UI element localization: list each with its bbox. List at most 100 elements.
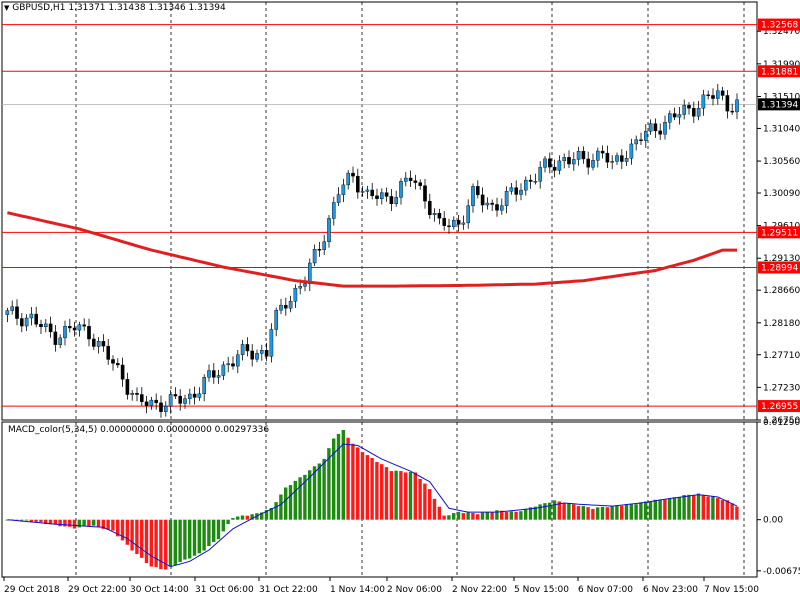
- candle-body: [293, 287, 298, 302]
- macd-histogram-bar: [384, 467, 389, 520]
- candle-body: [615, 155, 619, 162]
- candle-body: [735, 99, 739, 113]
- macd-histogram-bar: [586, 507, 590, 520]
- candle-body: [490, 202, 495, 205]
- macd-histogram-bar: [144, 519, 149, 564]
- candle-body: [596, 150, 600, 161]
- candle-body: [394, 197, 399, 205]
- candle-body: [207, 370, 211, 378]
- candle-body: [452, 220, 456, 227]
- level-label: 1.26955: [761, 402, 798, 412]
- level-label: 1.31881: [761, 67, 798, 77]
- candle-body: [629, 143, 634, 159]
- candle-body: [202, 377, 207, 394]
- candle-body: [58, 337, 62, 345]
- macd-histogram-bar: [20, 519, 24, 521]
- macd-histogram-bar: [317, 463, 321, 520]
- macd-histogram-bar: [466, 512, 470, 520]
- macd-y-tick-label: 0.00: [763, 516, 783, 526]
- candle-body: [701, 94, 706, 109]
- candle-body: [384, 192, 389, 197]
- candle-body: [524, 179, 528, 191]
- candle-body: [288, 301, 293, 309]
- macd-histogram-bar: [389, 471, 393, 520]
- moving-average-line: [7, 211, 737, 288]
- candle-body: [91, 338, 96, 347]
- macd-histogram-bar: [596, 507, 600, 520]
- macd-histogram-bar: [154, 519, 158, 568]
- macd-histogram-bar: [711, 496, 715, 520]
- candle-body: [485, 202, 490, 206]
- candle-body: [72, 327, 77, 331]
- candle-body: [346, 172, 351, 186]
- x-tick-label: 6 Nov 23:00: [643, 585, 698, 595]
- macd-histogram-bar: [663, 499, 667, 520]
- macd-histogram-bar: [552, 500, 557, 520]
- candle-body: [332, 202, 336, 219]
- macd-histogram-bar: [130, 519, 134, 551]
- candle-body: [135, 393, 139, 395]
- candle-body: [730, 110, 734, 113]
- price-chart[interactable]: 1.324701.319901.315101.310401.305601.300…: [0, 0, 800, 600]
- candle-body: [87, 325, 91, 340]
- candle-body: [567, 157, 571, 165]
- candle-body: [432, 212, 437, 216]
- candle-body: [53, 331, 58, 345]
- candle-body: [581, 150, 586, 160]
- candle-body: [504, 190, 509, 206]
- candle-body: [260, 350, 264, 354]
- macd-histogram-bar: [375, 461, 379, 520]
- macd-histogram-bar: [634, 504, 638, 520]
- macd-histogram-bar: [692, 495, 696, 520]
- candle-body: [216, 375, 221, 378]
- candle-body: [375, 195, 379, 199]
- macd-histogram-bar: [207, 519, 211, 547]
- macd-histogram-bar: [39, 519, 43, 523]
- macd-histogram-bar: [620, 505, 624, 520]
- macd-histogram-bar: [658, 499, 662, 520]
- candle-body: [610, 161, 614, 163]
- candle-body: [29, 313, 34, 319]
- candle-body: [456, 220, 461, 225]
- candle-body: [303, 283, 307, 287]
- macd-histogram-bar: [216, 519, 221, 540]
- macd-histogram-bar: [615, 505, 619, 520]
- macd-histogram-bar: [360, 452, 365, 520]
- candle-body: [173, 394, 178, 397]
- macd-histogram-bar: [490, 511, 494, 520]
- candle-body: [163, 406, 168, 412]
- candle-body: [101, 341, 106, 347]
- candle-body: [576, 150, 581, 160]
- candle-body: [644, 131, 648, 141]
- macd-histogram-bar: [183, 519, 187, 560]
- candle-body: [39, 324, 43, 328]
- y-tick-label: 1.28660: [763, 286, 800, 296]
- macd-histogram-bar: [240, 515, 245, 520]
- macd-histogram-bar: [346, 437, 350, 520]
- candle-body: [658, 130, 662, 135]
- macd-histogram-bar: [432, 498, 437, 520]
- candle-body: [20, 318, 24, 327]
- macd-histogram-bar: [168, 519, 173, 567]
- candle-body: [351, 172, 355, 177]
- candle-body: [572, 159, 576, 165]
- macd-histogram-bar: [212, 519, 216, 542]
- macd-histogram-bar: [524, 508, 528, 520]
- macd-histogram-bar: [341, 429, 345, 520]
- candle-body: [437, 212, 442, 219]
- y-tick-label: 1.28180: [763, 319, 800, 329]
- macd-histogram-bar: [293, 480, 297, 520]
- candle-body: [466, 205, 471, 224]
- x-tick-label: 31 Oct 22:00: [259, 585, 318, 595]
- macd-histogram-bar: [581, 506, 585, 520]
- macd-histogram-bar: [480, 512, 485, 520]
- macd-histogram-bar: [672, 497, 677, 520]
- x-tick-label: 1 Nov 14:00: [330, 585, 385, 595]
- macd-histogram-bar: [461, 513, 465, 520]
- candle-body: [322, 241, 327, 250]
- candle-body: [476, 186, 480, 196]
- candle-body: [600, 150, 605, 154]
- macd-histogram-bar: [600, 506, 605, 520]
- macd-histogram-bar: [653, 499, 657, 520]
- candle-body: [509, 187, 514, 192]
